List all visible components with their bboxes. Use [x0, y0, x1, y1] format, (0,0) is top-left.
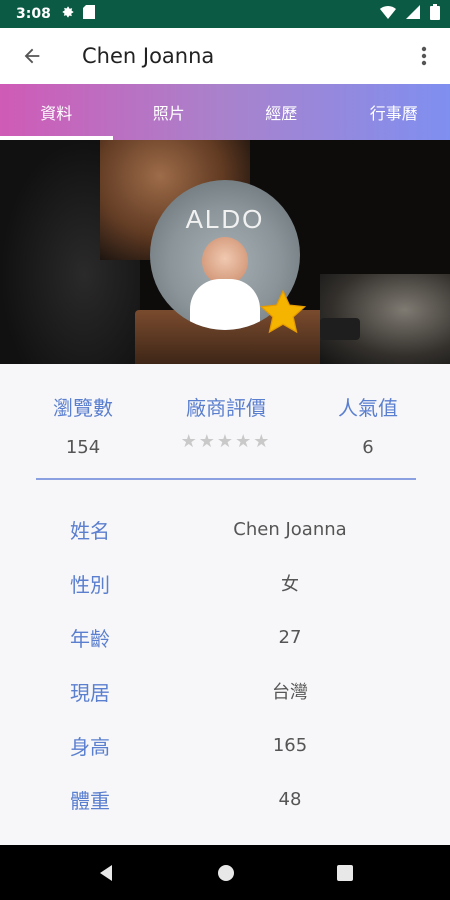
profile-key: 現居 — [70, 680, 110, 705]
stat-views: 瀏覽數 154 — [48, 392, 118, 458]
star-outline-icon: ★ — [253, 431, 272, 452]
app-bar: Chen Joanna — [0, 28, 450, 84]
views-label: 瀏覽數 — [53, 396, 113, 420]
star-outline-icon: ★ — [235, 431, 254, 452]
profile-value: 48 — [278, 788, 302, 810]
profile-value: 165 — [272, 734, 308, 756]
profile-key: 體重 — [70, 788, 110, 813]
profile-key: 年齡 — [70, 626, 110, 651]
gear-icon — [61, 5, 75, 23]
recents-square-icon[interactable] — [336, 864, 354, 882]
popularity-value: 6 — [362, 437, 374, 458]
profile-row-measurements: 三圍 000-0000 — [0, 826, 450, 846]
tab-info[interactable]: 資料 — [0, 84, 113, 140]
popularity-label: 人氣值 — [338, 396, 398, 420]
profile-row-age: 年齡 27 — [0, 610, 450, 664]
profile-row-height: 身高 165 — [0, 718, 450, 772]
arrow-back-icon[interactable] — [20, 44, 44, 68]
avatar-logo-text: ALDO — [185, 204, 265, 234]
star-outline-icon: ★ — [180, 431, 199, 452]
status-bar: 3:08 — [0, 0, 450, 28]
profile-row-residence: 現居 台灣 — [0, 664, 450, 718]
profile-key: 姓名 — [70, 518, 110, 543]
star-outline-icon: ★ — [216, 431, 236, 452]
rating-label: 廠商評價 — [186, 396, 266, 420]
profile-list: 姓名 Chen Joanna 性別 女 年齡 27 現居 台灣 身高 165 體… — [0, 500, 450, 846]
star-outline-icon: ★ — [198, 431, 217, 452]
rating-stars: ★★★★★ — [176, 431, 276, 452]
tab-bar: 資料 照片 經歷 行事曆 — [0, 84, 450, 140]
status-time: 3:08 — [16, 6, 51, 22]
back-triangle-icon[interactable] — [96, 863, 116, 883]
divider — [36, 478, 416, 480]
battery-icon — [430, 4, 440, 24]
profile-value: Chen Joanna — [233, 518, 347, 540]
sd-card-icon — [82, 5, 95, 23]
tab-photos[interactable]: 照片 — [113, 84, 226, 140]
tab-calendar[interactable]: 行事曆 — [338, 84, 450, 140]
profile-key: 性別 — [70, 572, 110, 597]
stat-rating: 廠商評價 ★★★★★ — [176, 392, 276, 452]
profile-row-gender: 性別 女 — [0, 556, 450, 610]
camera-icon — [320, 318, 360, 340]
profile-row-weight: 體重 48 — [0, 772, 450, 826]
stat-popularity: 人氣值 6 — [330, 392, 406, 458]
wifi-icon — [380, 5, 396, 23]
stats-section: 瀏覽數 154 廠商評價 ★★★★★ 人氣值 6 — [0, 364, 450, 480]
signal-icon — [406, 5, 420, 23]
home-circle-icon[interactable] — [216, 863, 236, 883]
profile-value: 27 — [278, 626, 302, 648]
tab-experience[interactable]: 經歷 — [225, 84, 338, 140]
profile-value: 台灣 — [272, 682, 308, 703]
system-nav-bar — [0, 845, 450, 900]
more-vert-icon[interactable] — [414, 44, 434, 68]
profile-row-name: 姓名 Chen Joanna — [0, 502, 450, 556]
profile-value: 女 — [281, 574, 299, 595]
page-title: Chen Joanna — [82, 44, 215, 68]
star-icon — [258, 288, 308, 338]
views-value: 154 — [65, 437, 101, 458]
profile-key: 身高 — [70, 734, 110, 759]
